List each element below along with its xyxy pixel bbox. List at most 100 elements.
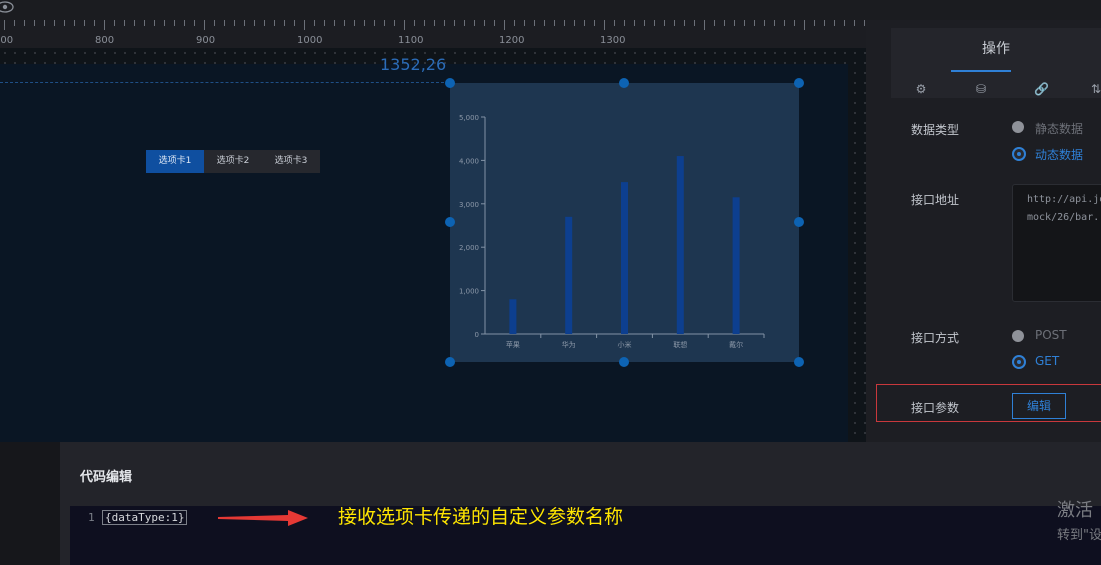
data-type-label: 数据类型 [911,123,960,137]
ruler-tick [744,20,745,26]
eye-icon[interactable] [0,0,14,14]
tab-2[interactable]: 选项卡2 [204,150,262,173]
gear-icon[interactable]: ⚙ [914,82,928,96]
ruler-tick [384,20,385,26]
y-tick-label: 5,000 [459,114,479,122]
link-icon[interactable]: 🔗 [1034,82,1049,96]
ruler-tick [394,20,395,26]
ruler-tick [104,20,105,30]
edit-params-button[interactable]: 编辑 [1012,393,1066,419]
ruler-label: 900 [196,35,216,46]
ruler-tick [614,20,615,26]
ruler-tick [94,20,95,26]
tab-component[interactable]: 选项卡1 选项卡2 选项卡3 [146,150,320,173]
ruler-label: 1100 [398,35,424,46]
ruler-tick [834,20,835,26]
resize-handle-mr[interactable] [794,217,804,227]
resize-handle-ml[interactable] [445,217,455,227]
database-icon[interactable]: ⛁ [974,82,988,96]
api-url-label: 接口地址 [911,193,960,207]
panel-header: 操作 ⚙ ⛁ 🔗 ⇅ [891,28,1101,98]
ruler-tick [294,20,295,26]
bar [565,216,573,334]
radio-static[interactable] [1012,121,1024,133]
ruler-tick [414,20,415,26]
ruler-tick [484,20,485,26]
ruler-tick [804,20,805,30]
ruler-tick [424,20,425,26]
horizontal-ruler: 600 800 900 1000 1100 1200 1300 [0,20,891,49]
resize-handle-bc[interactable] [619,357,629,367]
api-params-highlight [876,384,1101,422]
ruler-tick [84,20,85,26]
ruler-tick [694,20,695,26]
red-arrow-icon [218,510,308,526]
ruler-tick [154,20,155,26]
resize-handle-br[interactable] [794,357,804,367]
ruler-tick [244,20,245,26]
ruler-tick [164,20,165,26]
api-params-label: 接口参数 [911,401,960,415]
radio-post-label[interactable]: POST [1035,328,1067,342]
ruler-tick [654,20,655,26]
resize-handle-tl[interactable] [445,78,455,88]
ruler-tick [764,20,765,26]
ruler-tick [854,20,855,26]
ruler-tick [174,20,175,26]
ruler-tick [584,20,585,26]
line-number: 1 [88,511,95,524]
tab-1[interactable]: 选项卡1 [146,150,204,173]
bar [621,182,628,334]
resize-handle-tr[interactable] [794,78,804,88]
y-tick-label: 4,000 [459,157,479,165]
ruler-tick [554,20,555,26]
ruler-tick [824,20,825,26]
ruler-tick [594,20,595,26]
code-line[interactable]: {dataType:1} [102,510,188,525]
ruler-tick [194,20,195,26]
ruler-tick [464,20,465,26]
ruler-tick [404,20,405,30]
ruler-tick [664,20,665,26]
radio-dynamic-label[interactable]: 动态数据 [1035,146,1083,163]
radio-dynamic[interactable] [1012,147,1026,161]
ruler-label: 800 [95,35,115,46]
top-toolbar [0,0,1101,20]
ruler-tick [574,20,575,26]
y-tick-label: 2,000 [459,244,479,252]
y-tick-label: 0 [475,331,479,339]
ruler-tick [304,20,305,30]
ruler-tick [54,20,55,26]
ruler-tick [354,20,355,26]
alignment-guide [0,82,449,83]
ruler-tick [754,20,755,26]
ruler-tick [14,20,15,26]
ruler-tick [434,20,435,26]
ruler-tick [214,20,215,26]
bar-chart-component[interactable]: 0 1,000 2,000 3,000 4,000 5,000 苹果 华为 小米 联想 戴尔 [450,83,799,362]
ruler-tick [844,20,845,26]
x-tick-label: 联想 [673,340,687,349]
ruler-tick [534,20,535,26]
ruler-tick [864,20,865,26]
radio-static-label[interactable]: 静态数据 [1035,120,1083,137]
radio-get[interactable] [1012,355,1026,369]
ruler-tick [454,20,455,26]
ruler-tick [524,20,525,26]
ruler-label: 600 [0,35,14,46]
resize-handle-bl[interactable] [445,357,455,367]
ruler-tick [444,20,445,26]
adjust-icon[interactable]: ⇅ [1089,82,1101,96]
bar [509,299,517,334]
radio-get-label[interactable]: GET [1035,354,1059,368]
ruler-tick [604,20,605,30]
ruler-tick [634,20,635,26]
x-tick-label: 小米 [618,340,632,349]
tab-3[interactable]: 选项卡3 [262,150,320,173]
radio-post[interactable] [1012,330,1024,342]
api-url-input[interactable]: http://api.jo mock/26/bar. [1012,184,1101,302]
ruler-tick [284,20,285,26]
resize-handle-tc[interactable] [619,78,629,88]
ruler-tick [544,20,545,26]
ruler-tick [134,20,135,26]
